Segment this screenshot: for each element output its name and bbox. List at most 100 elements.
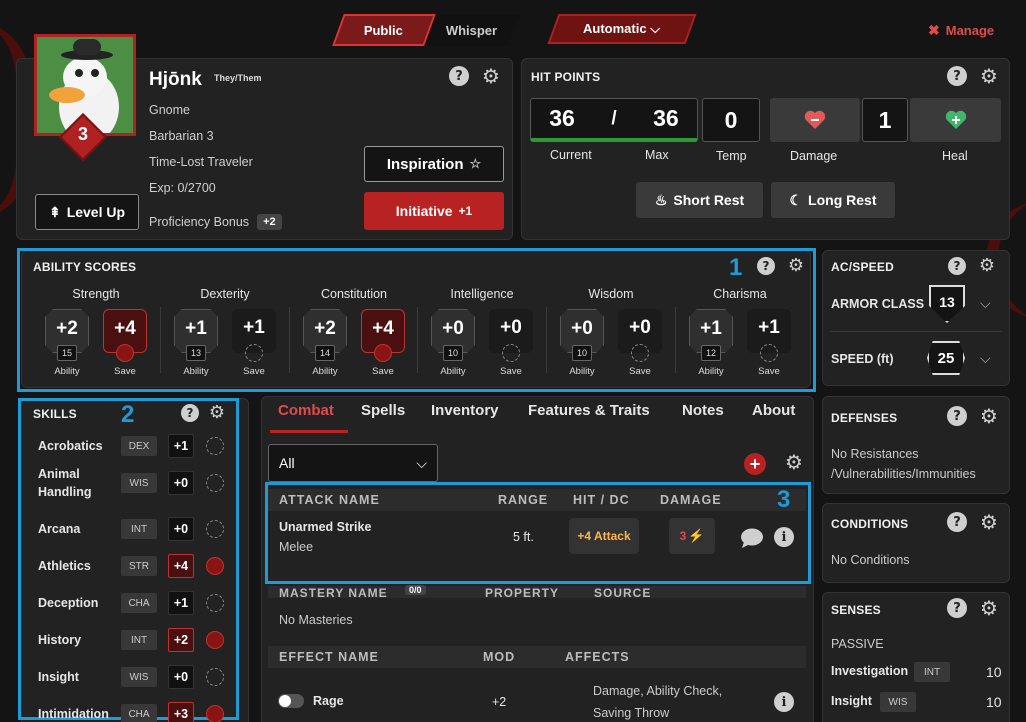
ac-gear-icon[interactable]: ⚙ xyxy=(977,256,997,276)
level-up-button[interactable]: ⇞ Level Up xyxy=(35,194,139,230)
skill-name[interactable]: Acrobatics xyxy=(38,437,120,455)
speed-value[interactable]: 25 xyxy=(927,341,965,375)
ability-score: 12 xyxy=(701,345,721,361)
ac-speed-title: AC/SPEED xyxy=(831,260,894,274)
senses-gear-icon[interactable]: ⚙ xyxy=(979,598,999,618)
skills-title: SKILLS xyxy=(33,407,77,421)
armor-class-label: ARMOR CLASS xyxy=(831,297,925,311)
ac-help-icon[interactable]: ? xyxy=(948,257,966,275)
character-pronouns: They/Them xyxy=(214,73,262,83)
tab-spells[interactable]: Spells xyxy=(361,402,405,419)
heart-plus-icon xyxy=(945,110,966,129)
public-button[interactable]: Public xyxy=(332,14,436,46)
initiative-button[interactable]: Initiative +1 xyxy=(364,192,504,230)
abilities-help-icon[interactable]: ? xyxy=(757,257,775,275)
tab-combat[interactable]: Combat xyxy=(278,402,334,419)
campfire-icon: ♨ xyxy=(654,191,668,208)
annotation-number: 1 xyxy=(729,254,743,281)
defenses-title: DEFENSES xyxy=(831,411,898,425)
skill-bonus[interactable]: +1 xyxy=(168,434,194,458)
skills-help-icon[interactable]: ? xyxy=(181,404,199,422)
hp-temp-value[interactable]: 0 xyxy=(702,98,760,142)
affects-header: AFFECTS xyxy=(565,650,630,664)
tab-features-traits[interactable]: Features & Traits xyxy=(528,402,650,419)
speed-label: SPEED (ft) xyxy=(831,352,894,366)
skill-bonus[interactable]: +4 xyxy=(168,554,194,578)
skill-proficiency-dot xyxy=(206,520,224,538)
defenses-text-line2: /Vulnerabilities/Immunities xyxy=(831,467,976,481)
skill-bonus[interactable]: +1 xyxy=(168,591,194,615)
abilities-gear-icon[interactable]: ⚙ xyxy=(786,256,806,276)
long-rest-button[interactable]: ☾ Long Rest xyxy=(771,182,895,218)
skill-attribute: INT xyxy=(121,519,157,539)
effect-mod: +2 xyxy=(492,695,507,709)
chevron-down-icon[interactable]: ⌵ xyxy=(980,295,991,312)
inspiration-button[interactable]: Inspiration ☆ xyxy=(364,146,504,182)
skill-name[interactable]: Insight xyxy=(38,668,120,686)
long-rest-label: Long Rest xyxy=(808,192,877,208)
active-tab-indicator xyxy=(270,430,348,433)
hp-max-label: Max xyxy=(645,148,669,162)
character-gear-icon[interactable]: ⚙ xyxy=(481,66,501,86)
senses-help-icon[interactable]: ? xyxy=(947,598,967,618)
divider xyxy=(289,307,290,373)
rage-toggle[interactable] xyxy=(278,694,304,708)
proficiency-label: Proficiency Bonus xyxy=(149,215,250,229)
skill-name[interactable]: Deception xyxy=(38,594,120,612)
hp-current-label: Current xyxy=(550,148,592,162)
damage-button[interactable] xyxy=(770,98,860,142)
proficiency-bonus: Proficiency Bonus +2 xyxy=(149,214,282,230)
combat-gear-icon[interactable]: ⚙ xyxy=(784,452,804,472)
hp-current-max[interactable]: 36 / 36 xyxy=(530,98,698,142)
add-icon[interactable]: + xyxy=(744,453,766,475)
chevron-down-icon[interactable]: ⌵ xyxy=(980,350,991,367)
automatic-label: Automatic xyxy=(583,21,648,36)
short-rest-button[interactable]: ♨ Short Rest xyxy=(636,182,763,218)
hp-heal-label: Heal xyxy=(942,149,968,163)
skill-bonus[interactable]: +2 xyxy=(168,628,194,652)
tab-notes[interactable]: Notes xyxy=(682,402,724,419)
divider xyxy=(160,307,161,373)
initiative-value: +1 xyxy=(458,204,473,218)
conditions-gear-icon[interactable]: ⚙ xyxy=(979,512,999,532)
skill-name[interactable]: History xyxy=(38,631,120,649)
skill-name[interactable]: Animal Handling xyxy=(38,465,120,501)
skill-bonus[interactable]: +0 xyxy=(168,517,194,541)
action-filter-select[interactable]: All ⌵ xyxy=(268,444,438,482)
save-sub-label: Save xyxy=(629,366,651,377)
hp-gear-icon[interactable]: ⚙ xyxy=(979,66,999,86)
senses-title: SENSES xyxy=(831,603,881,617)
tab-inventory[interactable]: Inventory xyxy=(431,402,499,419)
defenses-gear-icon[interactable]: ⚙ xyxy=(979,406,999,426)
skill-bonus[interactable]: +0 xyxy=(168,471,194,495)
skill-proficiency-dot xyxy=(206,705,224,722)
conditions-help-icon[interactable]: ? xyxy=(947,512,967,532)
defenses-help-icon[interactable]: ? xyxy=(947,406,967,426)
skill-bonus[interactable]: +0 xyxy=(168,665,194,689)
character-help-icon[interactable]: ? xyxy=(449,66,469,86)
level-up-icon: ⇞ xyxy=(48,203,61,220)
mastery-name-header: MASTERY NAME xyxy=(279,586,388,600)
skill-bonus[interactable]: +3 xyxy=(168,702,194,722)
level-number: 3 xyxy=(77,124,88,144)
manage-button[interactable]: ✖ Manage xyxy=(928,22,994,39)
effect-name: Rage xyxy=(313,694,344,708)
hp-amount-input[interactable]: 1 xyxy=(862,98,908,142)
sense-value: 10 xyxy=(986,664,1002,680)
heal-button[interactable] xyxy=(910,98,1001,142)
moon-icon: ☾ xyxy=(789,191,803,208)
skills-gear-icon[interactable]: ⚙ xyxy=(207,403,227,423)
whisper-button[interactable]: Whisper xyxy=(424,14,520,46)
skill-name[interactable]: Intimidation xyxy=(38,705,120,722)
effect-info-icon[interactable]: i xyxy=(774,692,794,712)
sense-attribute: INT xyxy=(914,662,950,682)
skill-name[interactable]: Arcana xyxy=(38,520,120,538)
skill-attribute: CHA xyxy=(121,704,157,722)
mastery-count: 0/0 xyxy=(405,585,426,595)
ability-score: 10 xyxy=(572,345,592,361)
automatic-dropdown[interactable]: Automatic ⌵ xyxy=(547,14,697,44)
tab-about[interactable]: About xyxy=(752,402,795,419)
skill-name[interactable]: Athletics xyxy=(38,557,120,575)
hp-help-icon[interactable]: ? xyxy=(947,66,967,86)
ability-name: Intelligence xyxy=(450,287,514,301)
